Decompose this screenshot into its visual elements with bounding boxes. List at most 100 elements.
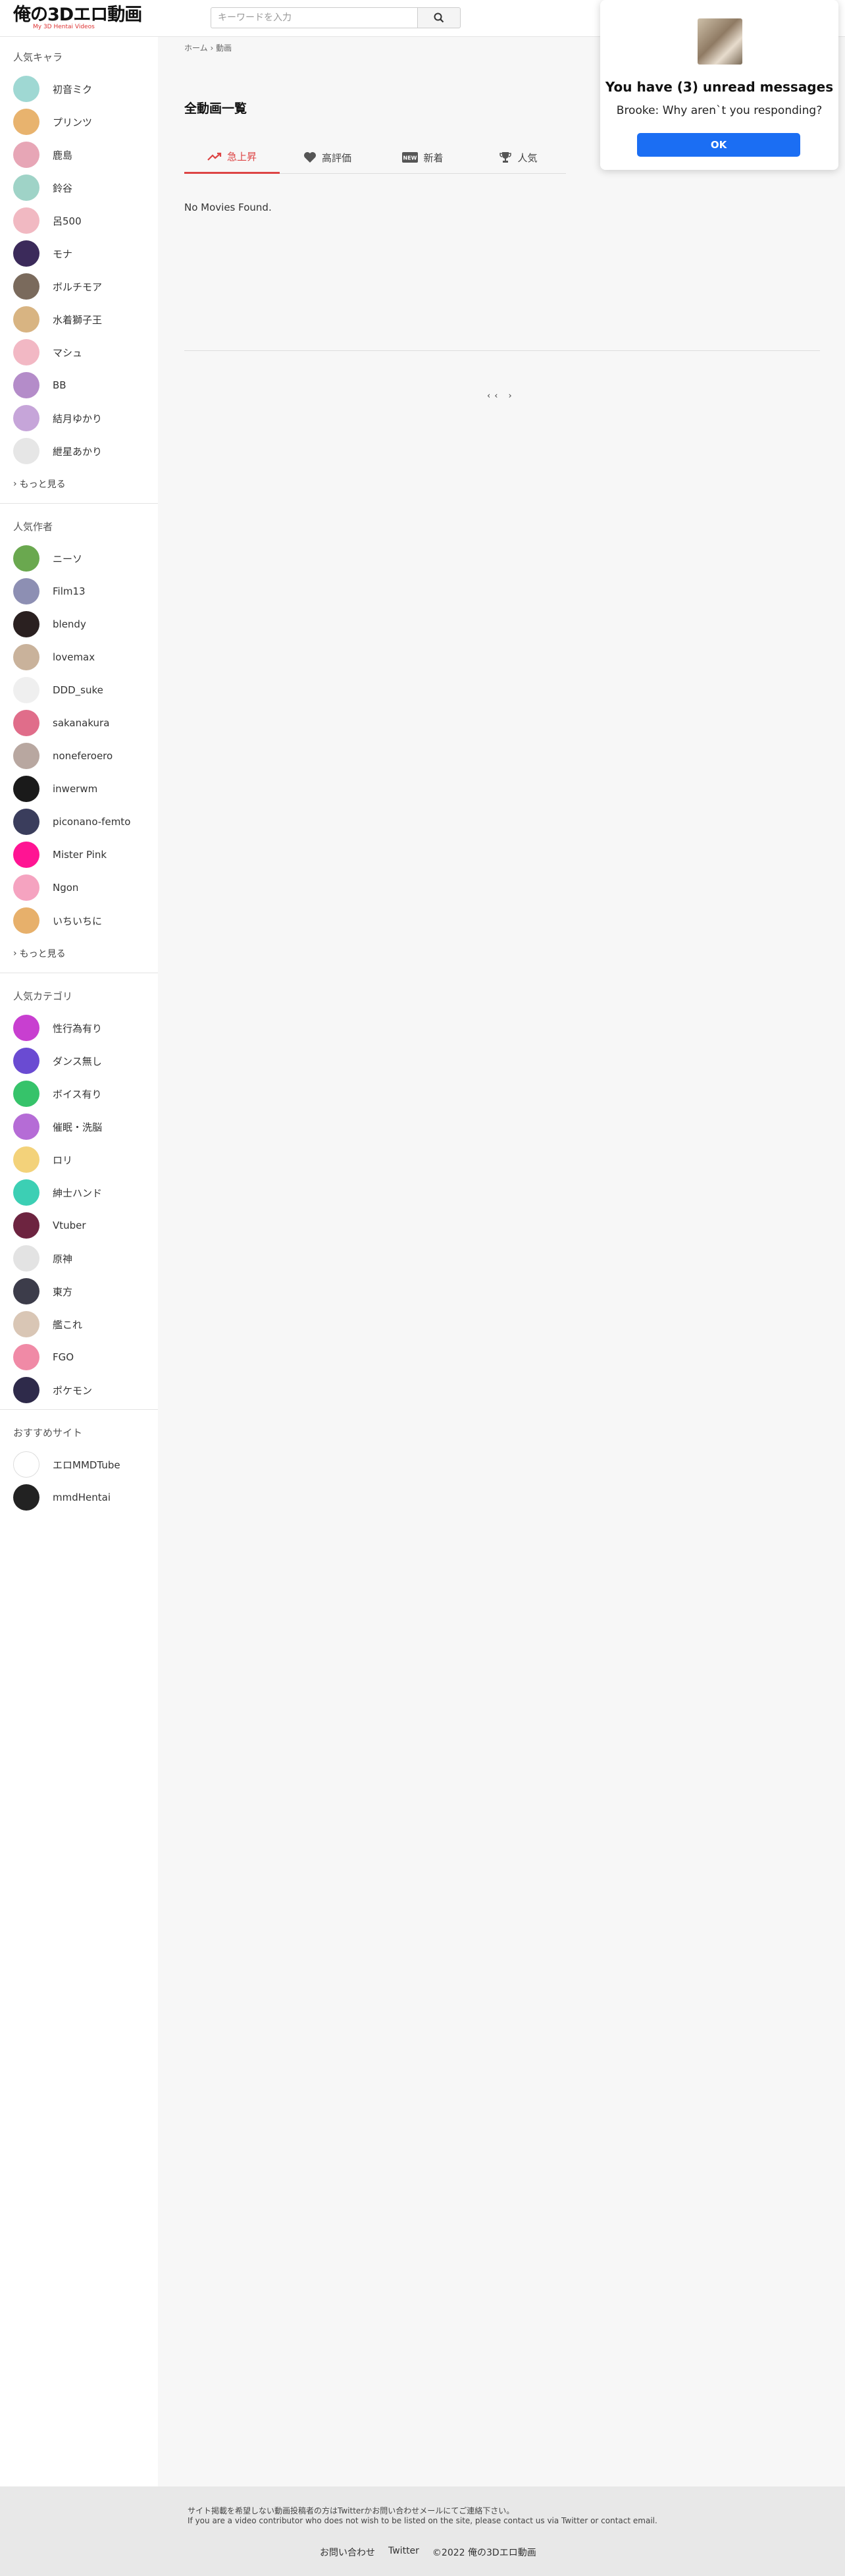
- breadcrumb[interactable]: ホーム › 動画: [184, 42, 232, 53]
- category-item[interactable]: 催眠・洗脳: [0, 1110, 158, 1143]
- search-button[interactable]: [417, 7, 461, 28]
- footer-note-jp: サイト掲載を希望しない動画投稿者の方はTwitterかお問い合わせメールにてご連…: [188, 2506, 515, 2515]
- character-label: 鹿島: [53, 149, 73, 161]
- category-label: 原神: [53, 1252, 73, 1265]
- character-item[interactable]: 紲星あかり: [0, 435, 158, 468]
- category-label: Vtuber: [53, 1220, 86, 1231]
- category-label: ダンス無し: [53, 1055, 102, 1067]
- author-item[interactable]: lovemax: [0, 641, 158, 674]
- characters-more-link[interactable]: もっと見る: [0, 468, 158, 500]
- character-item[interactable]: ボルチモア: [0, 270, 158, 303]
- search-form: [211, 7, 461, 28]
- avatar: [13, 1212, 39, 1239]
- search-input[interactable]: [211, 7, 417, 28]
- author-item[interactable]: DDD_suke: [0, 674, 158, 707]
- character-item[interactable]: マシュ: [0, 336, 158, 369]
- character-item[interactable]: 水着獅子王: [0, 303, 158, 336]
- character-label: BB: [53, 379, 66, 391]
- avatar: [13, 611, 39, 637]
- footer-note-en: If you are a video contributor who does …: [188, 2516, 657, 2525]
- authors-section-title: 人気作者: [13, 521, 53, 533]
- contact-link[interactable]: お問い合わせ: [320, 2546, 375, 2559]
- category-item[interactable]: 艦これ: [0, 1308, 158, 1341]
- twitter-link[interactable]: Twitter: [388, 2546, 419, 2559]
- site-footer: サイト掲載を希望しない動画投稿者の方はTwitterかお問い合わせメールにてご連…: [0, 2486, 845, 2576]
- author-item[interactable]: piconano-femto: [0, 805, 158, 838]
- tab-new[interactable]: NEW 新着: [375, 141, 471, 174]
- characters-section-title: 人気キャラ: [13, 51, 63, 63]
- site-item[interactable]: mmdHentai: [0, 1481, 158, 1514]
- svg-text:NEW: NEW: [403, 155, 417, 161]
- avatar: [13, 339, 39, 365]
- author-item[interactable]: ニーソ: [0, 542, 158, 575]
- sidebar-divider: [0, 503, 158, 504]
- site-logo[interactable]: 俺の3Dエロ動画 My 3D Hentai Videos: [13, 5, 142, 31]
- pagination[interactable]: ‹‹ ›: [487, 391, 516, 401]
- characters-list: 初音ミク プリンツ鹿島鈴谷呂500 モナボルチモア水着獅子王マシュ BB 結月ゆかり紲星…: [0, 72, 158, 468]
- avatar: [13, 776, 39, 802]
- avatar: [13, 710, 39, 736]
- avatar: [13, 438, 39, 464]
- page-title: 全動画一覧: [184, 101, 247, 116]
- character-item[interactable]: 初音ミク: [0, 72, 158, 105]
- avatar: [13, 677, 39, 703]
- author-label: DDD_suke: [53, 684, 103, 696]
- avatar: [13, 174, 39, 201]
- category-item[interactable]: 東方: [0, 1275, 158, 1308]
- category-item[interactable]: Vtuber: [0, 1209, 158, 1242]
- character-label: ボルチモア: [53, 281, 103, 293]
- author-item[interactable]: sakanakura: [0, 707, 158, 739]
- character-item[interactable]: 鈴谷: [0, 171, 158, 204]
- category-item[interactable]: FGO: [0, 1341, 158, 1374]
- author-label: Mister Pink: [53, 849, 107, 861]
- category-item[interactable]: ダンス無し: [0, 1044, 158, 1077]
- avatar: [13, 207, 39, 234]
- categories-section-title: 人気カテゴリ: [13, 990, 73, 1002]
- author-label: Ngon: [53, 882, 79, 894]
- tab-top-rated[interactable]: 高評価: [280, 141, 375, 174]
- avatar: [13, 1245, 39, 1272]
- category-item[interactable]: ボイス有り: [0, 1077, 158, 1110]
- avatar: [13, 743, 39, 769]
- category-item[interactable]: ポケモン: [0, 1374, 158, 1407]
- category-item[interactable]: 紳士ハンド: [0, 1176, 158, 1209]
- author-item[interactable]: noneferoero: [0, 739, 158, 772]
- author-item[interactable]: Mister Pink: [0, 838, 158, 871]
- author-label: blendy: [53, 618, 86, 630]
- character-label: 紲星あかり: [53, 445, 103, 458]
- character-item[interactable]: 結月ゆかり: [0, 402, 158, 435]
- sort-tabs: 急上昇 高評価 NEW 新着 人気: [184, 141, 566, 174]
- character-item[interactable]: プリンツ: [0, 105, 158, 138]
- author-item[interactable]: いちいちに: [0, 904, 158, 937]
- author-item[interactable]: blendy: [0, 608, 158, 641]
- character-label: 鈴谷: [53, 182, 73, 194]
- author-item[interactable]: inwerwm: [0, 772, 158, 805]
- sites-section-title: おすすめサイト: [13, 1427, 83, 1439]
- category-label: ボイス有り: [53, 1088, 102, 1100]
- heart-icon: [303, 152, 316, 163]
- character-item[interactable]: 呂500: [0, 204, 158, 237]
- popup-title: You have (3) unread messages: [605, 79, 834, 95]
- character-item[interactable]: BB: [0, 369, 158, 402]
- ok-button[interactable]: OK: [637, 133, 800, 157]
- category-item[interactable]: 性行為有り: [0, 1011, 158, 1044]
- trending-icon: [207, 152, 222, 161]
- category-item[interactable]: 原神: [0, 1242, 158, 1275]
- avatar: [13, 240, 39, 267]
- tab-popular[interactable]: 人気: [471, 141, 566, 174]
- character-label: 水着獅子王: [53, 313, 103, 326]
- category-label: 催眠・洗脳: [53, 1121, 103, 1133]
- author-item[interactable]: Ngon: [0, 871, 158, 904]
- character-item[interactable]: モナ: [0, 237, 158, 270]
- avatar: [13, 1311, 39, 1337]
- authors-more-link[interactable]: もっと見る: [0, 937, 158, 970]
- logo-text: 俺の3Dエロ動画: [13, 5, 142, 25]
- avatar: [13, 372, 39, 398]
- character-item[interactable]: 鹿島: [0, 138, 158, 171]
- category-item[interactable]: ロリ: [0, 1143, 158, 1176]
- tab-trending[interactable]: 急上昇: [184, 141, 280, 174]
- site-item[interactable]: エロMMDTube: [0, 1448, 158, 1481]
- author-label: ニーソ: [53, 552, 83, 565]
- author-label: lovemax: [53, 651, 95, 663]
- author-item[interactable]: Film13: [0, 575, 158, 608]
